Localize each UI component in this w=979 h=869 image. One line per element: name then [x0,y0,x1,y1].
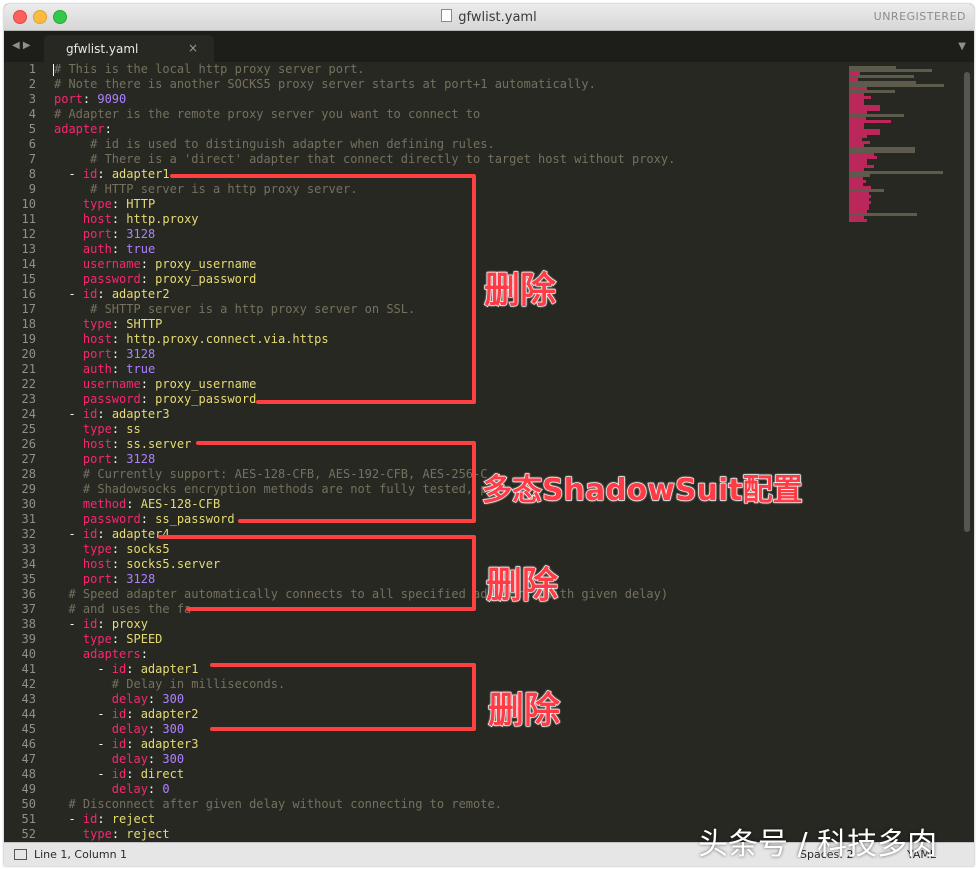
annotation-delete-3: 删除 [487,689,561,731]
watermark: 头条号 / 科技多肉 [698,827,938,862]
annotation-shadowsuit-config: 多态ShadowSuit配置 [481,472,803,508]
annotation-delete-2: 删除 [485,564,559,606]
delete-bracket-2 [158,535,476,611]
annotation-overlay [158,174,476,731]
delete-bracket-3 [210,663,476,731]
delete-bracket-1 [170,174,476,404]
annotation-delete-1: 删除 [483,269,557,311]
shadowsuit-bracket [196,441,476,523]
